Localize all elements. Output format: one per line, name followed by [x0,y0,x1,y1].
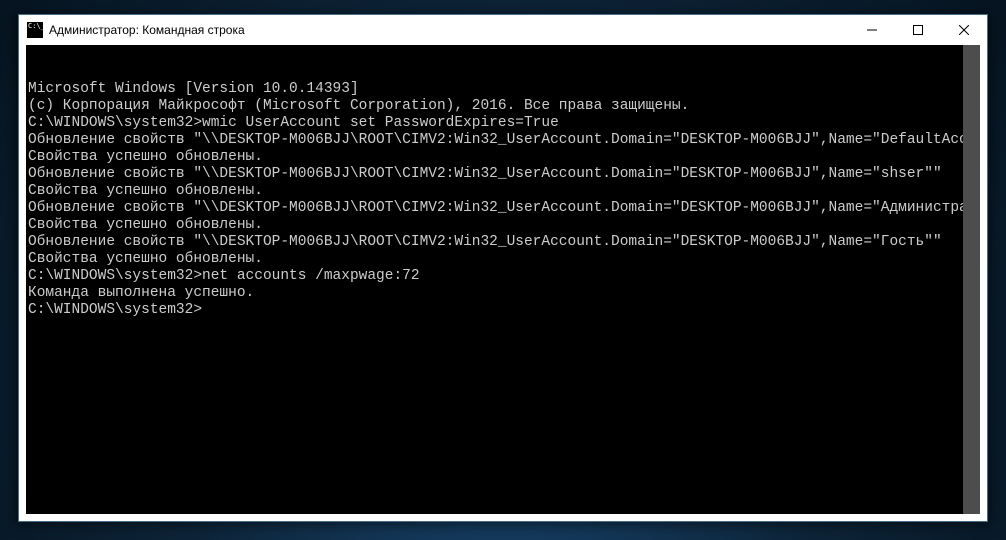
output-line: Обновление свойств "\\DESKTOP-M006BJJ\RO… [28,166,980,183]
window-title: Администратор: Командная строка [49,23,849,37]
cmd-window: Администратор: Командная строка Microsof… [18,14,988,522]
close-button[interactable] [941,15,987,45]
output-line: Обновление свойств "\\DESKTOP-M006BJJ\RO… [28,234,980,251]
output-line: Свойства успешно обновлены. [28,183,980,200]
window-controls [849,15,987,45]
output-line: Свойства успешно обновлены. [28,149,980,166]
scrollbar-thumb[interactable] [963,45,980,514]
maximize-button[interactable] [895,15,941,45]
prompt-line: C:\WINDOWS\system32>wmic UserAccount set… [28,115,980,132]
minimize-button[interactable] [849,15,895,45]
titlebar[interactable]: Администратор: Командная строка [19,15,987,45]
output-line: Команда выполнена успешно. [28,285,980,302]
output-line: Свойства успешно обновлены. [28,251,980,268]
output-line: (с) Корпорация Майкрософт (Microsoft Cor… [28,98,980,115]
terminal-output: Microsoft Windows [Version 10.0.14393](с… [28,81,980,319]
terminal-area[interactable]: Microsoft Windows [Version 10.0.14393](с… [26,45,980,514]
output-line: Свойства успешно обновлены. [28,217,980,234]
output-line: Обновление свойств "\\DESKTOP-M006BJJ\RO… [28,200,980,217]
prompt-line: C:\WINDOWS\system32> [28,302,980,319]
prompt-line: C:\WINDOWS\system32>net accounts /maxpwa… [28,268,980,285]
output-line: Обновление свойств "\\DESKTOP-M006BJJ\RO… [28,132,980,149]
output-line: Microsoft Windows [Version 10.0.14393] [28,81,980,98]
cmd-icon [27,22,43,38]
vertical-scrollbar[interactable] [963,45,980,514]
